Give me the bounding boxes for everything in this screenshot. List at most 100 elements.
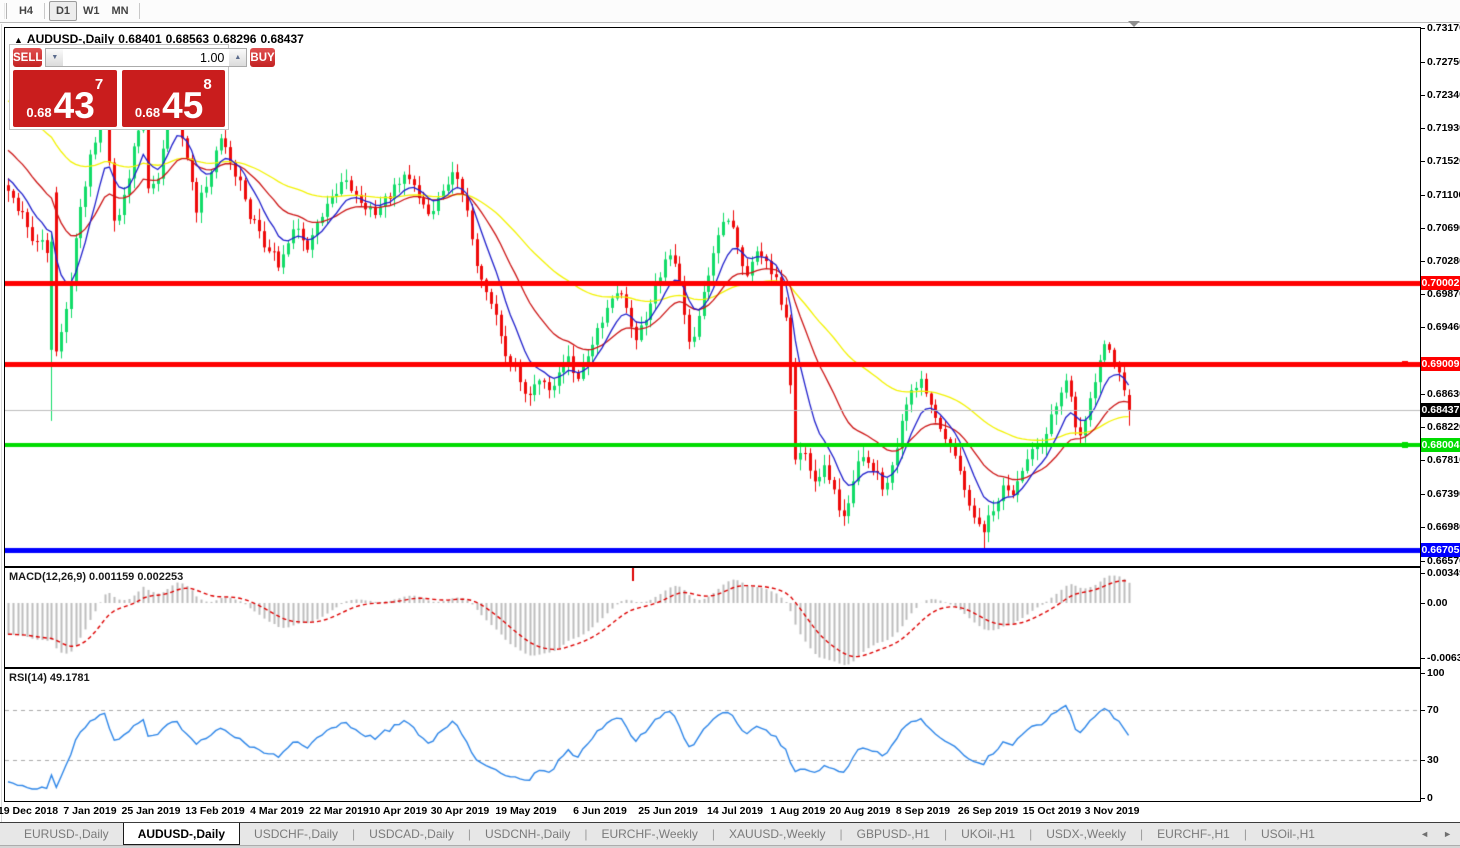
tab-scroll-arrows: ◄ ► [1420, 823, 1452, 845]
macd-label: MACD(12,26,9)0.0011590.002253 [9, 571, 186, 583]
chart-tab-eurusd-daily[interactable]: EURUSD-,Daily [10, 823, 123, 845]
rsi-tick [1421, 673, 1425, 674]
date-label: 19 May 2019 [495, 805, 556, 817]
price-tick [1421, 261, 1425, 262]
volume-input[interactable] [63, 49, 229, 66]
price-tick [1421, 460, 1425, 461]
buy-price-prefix: 0.68 [135, 103, 160, 123]
rsi-tick [1421, 760, 1425, 761]
period-button-w1[interactable]: W1 [77, 1, 106, 21]
price-tick [1421, 195, 1425, 196]
volume-decrease-button[interactable]: ▼ [46, 49, 63, 66]
one-click-trade-widget: SELL ▼ ▲ BUY 0.68 43 7 0.68 45 8 [9, 44, 229, 130]
chart-tab-xauusd-weekly[interactable]: XAUUSD-,Weekly [715, 823, 839, 845]
date-label: 7 Jan 2019 [63, 805, 116, 817]
macd-canvas[interactable] [5, 568, 1420, 667]
date-label: 26 Sep 2019 [958, 805, 1018, 817]
period-button-mn[interactable]: MN [106, 1, 135, 21]
sell-button[interactable]: SELL [13, 48, 42, 67]
price-tick-label: 0.70280 [1427, 255, 1460, 267]
macd-signal-value: 0.002253 [137, 571, 183, 583]
chart-tab-eurchf-h1[interactable]: EURCHF-,H1 [1143, 823, 1244, 845]
toolbar-separator [139, 3, 140, 19]
price-tick-label: 0.67810 [1427, 454, 1460, 466]
price-line-label: 0.66705 [1421, 543, 1460, 557]
rsi-tick-label: 70 [1427, 704, 1439, 716]
chart-tab-audusd-daily[interactable]: AUDUSD-,Daily [123, 823, 240, 845]
rsi-canvas[interactable] [5, 669, 1420, 801]
price-tick [1421, 95, 1425, 96]
chart-tab-usdcad-daily[interactable]: USDCAD-,Daily [355, 823, 468, 845]
price-line-label: 0.70002 [1421, 276, 1460, 290]
price-tick [1421, 527, 1425, 528]
volume-increase-button[interactable]: ▲ [229, 49, 246, 66]
price-tick-label: 0.66980 [1427, 521, 1460, 533]
price-tick [1421, 128, 1425, 129]
sell-price-prefix: 0.68 [26, 103, 51, 123]
date-label: 20 Aug 2019 [830, 805, 891, 817]
sell-price-main: 43 [54, 89, 95, 123]
ohlc-close: 0.68437 [260, 32, 303, 46]
macd-tick-label: -0.00637 [1427, 652, 1460, 664]
rsi-indicator-panel: RSI(14)49.1781 [4, 668, 1421, 802]
macd-tick [1421, 658, 1425, 659]
date-label: 19 Dec 2018 [0, 805, 58, 817]
window-left-frame [1, 24, 2, 822]
price-tick-label: 0.72340 [1427, 89, 1460, 101]
time-axis[interactable]: 19 Dec 20187 Jan 201925 Jan 201913 Feb 2… [4, 802, 1421, 822]
price-tick [1421, 228, 1425, 229]
price-tick-label: 0.71520 [1427, 155, 1460, 167]
price-tick [1421, 427, 1425, 428]
price-tick-label: 0.69460 [1427, 321, 1460, 333]
rsi-value: 49.1781 [50, 672, 90, 684]
rsi-tick-label: 0 [1427, 792, 1433, 804]
price-tick [1421, 561, 1425, 562]
price-line-label: 0.68437 [1421, 403, 1460, 417]
buy-price-main: 45 [162, 89, 203, 123]
macd-tick [1421, 573, 1425, 574]
price-tick [1421, 161, 1425, 162]
date-label: 3 Nov 2019 [1085, 805, 1140, 817]
date-label: 4 Mar 2019 [250, 805, 304, 817]
volume-spinner: ▼ ▲ [45, 48, 247, 67]
tab-scroll-right-icon[interactable]: ► [1443, 829, 1452, 839]
price-tick [1421, 494, 1425, 495]
chart-tab-usdx-weekly[interactable]: USDX-,Weekly [1032, 823, 1140, 845]
price-tick [1421, 327, 1425, 328]
chart-tab-usoil-h1[interactable]: USOil-,H1 [1247, 823, 1329, 845]
toolbar-grip[interactable] [4, 3, 7, 19]
macd-indicator-panel: MACD(12,26,9)0.0011590.002253 [4, 567, 1421, 668]
price-tick [1421, 294, 1425, 295]
price-chart-panel: ▲AUDUSD-,Daily0.684010.685630.682960.684… [4, 27, 1421, 567]
chart-tab-usdcnh-daily[interactable]: USDCNH-,Daily [471, 823, 584, 845]
price-axis[interactable]: 0.731700.727500.723400.719300.715200.711… [1421, 27, 1460, 803]
price-tick-label: 0.73170 [1427, 22, 1460, 34]
chart-tab-ukoil-h1[interactable]: UKOil-,H1 [947, 823, 1029, 845]
price-tick-label: 0.71930 [1427, 122, 1460, 134]
period-button-d1[interactable]: D1 [49, 1, 77, 21]
date-label: 30 Apr 2019 [431, 805, 490, 817]
price-tick [1421, 28, 1425, 29]
date-label: 6 Jun 2019 [573, 805, 627, 817]
toolbar-separator [44, 3, 45, 19]
date-label: 14 Jul 2019 [707, 805, 763, 817]
rsi-tick-label: 30 [1427, 754, 1439, 766]
date-label: 15 Oct 2019 [1023, 805, 1081, 817]
period-button-h4[interactable]: H4 [12, 1, 40, 21]
sell-price-display[interactable]: 0.68 43 7 [13, 70, 117, 127]
buy-price-display[interactable]: 0.68 45 8 [122, 70, 226, 127]
chart-tab-usdchf-daily[interactable]: USDCHF-,Daily [240, 823, 352, 845]
buy-button[interactable]: BUY [250, 48, 274, 67]
price-tick-label: 0.68220 [1427, 421, 1460, 433]
date-label: 22 Mar 2019 [309, 805, 369, 817]
timeframe-toolbar: H4 D1W1MN [0, 0, 1460, 23]
price-line-label: 0.69009 [1421, 357, 1460, 371]
trading-terminal-window: H4 D1W1MN ▲AUDUSD-,Daily0.684010.685630.6… [0, 0, 1460, 848]
price-tick-label: 0.68630 [1427, 388, 1460, 400]
chart-tab-eurchf-weekly[interactable]: EURCHF-,Weekly [587, 823, 711, 845]
chart-tab-gbpusd-h1[interactable]: GBPUSD-,H1 [843, 823, 944, 845]
tab-scroll-left-icon[interactable]: ◄ [1420, 829, 1429, 839]
chart-tabbar: EURUSD-,DailyAUDUSD-,DailyUSDCHF-,Daily|… [0, 822, 1460, 846]
date-label: 13 Feb 2019 [185, 805, 245, 817]
macd-main-value: 0.001159 [89, 571, 134, 583]
